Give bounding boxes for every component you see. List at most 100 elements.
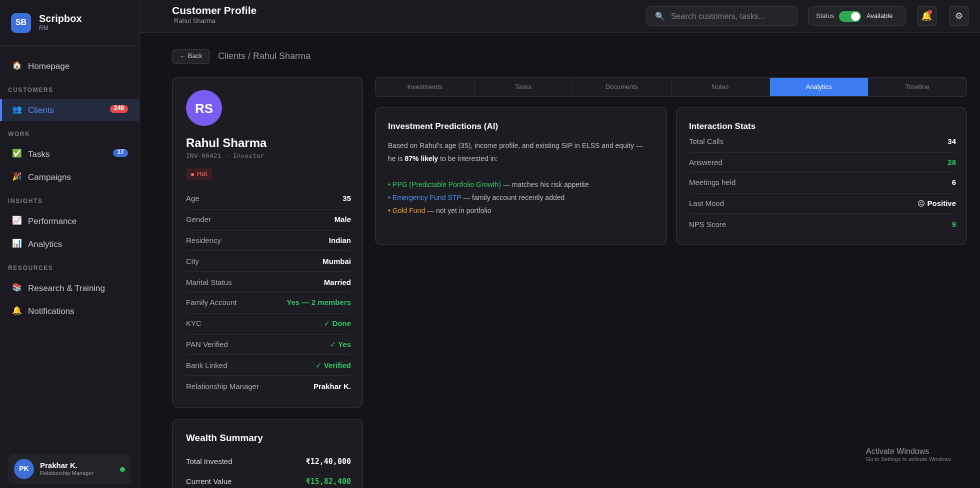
status-badge: Hot xyxy=(186,168,213,180)
stat-label: Last Mood xyxy=(689,198,725,208)
field-row: Family Account Yes — 2 members xyxy=(186,293,351,314)
prediction-item: • Gold Fund — not yet in portfolio xyxy=(388,208,492,215)
brand-logo: SB xyxy=(11,12,31,33)
stats-title: Interaction Stats xyxy=(689,121,756,131)
prediction-note: — matches his risk appetite xyxy=(500,182,589,189)
sidebar-item-label: Notifications xyxy=(28,306,75,316)
hot-dot-icon xyxy=(191,172,194,176)
profile-tabs: Investments Tasks Documents Notes Analyt… xyxy=(375,77,967,97)
stat-row: NPS Score 9 xyxy=(689,214,956,235)
stats-list: Total Calls 34 Answered 28 Meetings held 6 … xyxy=(689,132,956,235)
field-value: Prakhar K. xyxy=(313,382,351,392)
sidebar-item-label: Clients xyxy=(28,105,54,115)
user-name: Prakhar K. xyxy=(40,461,78,470)
total-invested-label: Total Invested xyxy=(186,457,233,466)
search-input[interactable] xyxy=(670,11,791,21)
sidebar-item-clients[interactable]: 👥 Clients 248 xyxy=(0,99,139,121)
tab-investments[interactable]: Investments xyxy=(376,78,475,96)
stat-label: Total Calls xyxy=(689,137,724,147)
bar-chart-icon: 📊 xyxy=(12,239,22,248)
stat-row: Last Mood 😐 Positive xyxy=(689,194,956,214)
field-row: City Mumbai xyxy=(186,251,351,273)
sidebar-item-notifications[interactable]: 🔔 Notifications xyxy=(0,300,139,322)
wealth-title: Wealth Summary xyxy=(186,433,263,444)
sidebar-item-label: Homepage xyxy=(28,61,70,71)
prediction-note: — not yet in portfolio xyxy=(425,208,492,215)
stat-value: 😐 Positive xyxy=(917,198,956,208)
stat-row: Answered 28 xyxy=(689,153,956,173)
back-button[interactable]: ← Back xyxy=(172,49,210,64)
field-row: Relationship Manager Prakhar K. xyxy=(186,376,351,397)
section-resources: RESOURCES xyxy=(8,266,54,272)
stat-row: Meetings held 6 xyxy=(689,173,956,194)
sidebar-item-tasks[interactable]: ✅ Tasks 17 xyxy=(0,143,139,165)
field-label: City xyxy=(186,256,199,266)
section-customers: CUSTOMERS xyxy=(8,88,54,94)
predictions-list: • PPG (Predictable Portfolio Growth) — m… xyxy=(388,179,650,218)
field-value: Mumbai xyxy=(322,256,351,266)
sidebar-item-label: Performance xyxy=(28,216,77,226)
tab-tasks[interactable]: Tasks xyxy=(475,78,573,96)
tab-timeline[interactable]: Timeline xyxy=(869,78,967,96)
avatar: RS xyxy=(186,90,222,126)
stat-row: Total Calls 34 xyxy=(689,132,956,153)
books-icon: 📚 xyxy=(12,283,22,292)
tab-documents[interactable]: Documents xyxy=(573,78,672,96)
predictions-summary: Based on Rahul's age (35), income profil… xyxy=(388,140,650,166)
gear-icon: ⚙ xyxy=(954,10,964,21)
field-value: 35 xyxy=(342,194,351,204)
predictions-intro-end: to be interested in: xyxy=(438,156,498,163)
field-value: Indian xyxy=(328,235,351,245)
current-value-value: ₹15,82,400 xyxy=(305,477,351,486)
field-row: KYC ✓ Done xyxy=(186,314,351,335)
field-value: Married xyxy=(323,277,351,287)
sidebar: SB Scripbox RM 🏠 Homepage CUSTOMERS 👥 Cl… xyxy=(0,0,140,488)
field-label: Family Account xyxy=(186,298,237,308)
stat-label: Answered xyxy=(689,157,723,167)
investment-predictions-card: Investment Predictions (AI) Based on Rah… xyxy=(375,107,667,245)
likelihood-value: 87% likely xyxy=(404,156,439,163)
home-icon: 🏠 xyxy=(12,61,22,70)
page-subtitle: Rahul Sharma xyxy=(174,18,216,25)
current-value-label: Current Value xyxy=(186,477,232,486)
users-icon: 👥 xyxy=(12,105,22,114)
sidebar-item-homepage[interactable]: 🏠 Homepage xyxy=(0,55,139,77)
field-label: Bank Linked xyxy=(186,360,228,370)
prediction-item: • Emergency Fund STP — family account re… xyxy=(388,195,565,202)
availability-toggle[interactable] xyxy=(839,10,862,22)
current-value-row: Current Value ₹15,82,400 xyxy=(186,477,351,486)
wealth-summary-card: Wealth Summary Total Invested ₹12,40,000… xyxy=(172,419,363,488)
brand-role: RM xyxy=(39,25,49,32)
field-value: ✓ Yes xyxy=(329,339,351,349)
prediction-item: • PPG (Predictable Portfolio Growth) — m… xyxy=(388,182,589,189)
settings-button[interactable]: ⚙ xyxy=(949,6,969,26)
field-label: Residency xyxy=(186,235,222,245)
tab-notes[interactable]: Notes xyxy=(672,78,770,96)
profile-fields: Age 35 Gender Male Residency Indian City Mum… xyxy=(186,189,351,397)
field-label: KYC xyxy=(186,319,202,329)
sidebar-item-label: Research & Training xyxy=(28,283,106,293)
sidebar-item-analytics[interactable]: 📊 Analytics xyxy=(0,233,139,255)
prediction-name: Gold Fund xyxy=(392,208,426,215)
sidebar-item-research[interactable]: 📚 Research & Training xyxy=(0,277,139,299)
status-badge-label: Hot xyxy=(197,170,208,178)
section-insights: INSIGHTS xyxy=(8,199,43,205)
total-invested-row: Total Invested ₹12,40,000 xyxy=(186,457,351,466)
field-label: Relationship Manager xyxy=(186,382,259,392)
user-card[interactable]: PK Prakhar K. Relationship Manager xyxy=(8,454,131,484)
interaction-stats-card: Interaction Stats Total Calls 34 Answered… xyxy=(676,107,967,245)
field-value: ✓ Done xyxy=(323,319,351,329)
status-control: Status Available xyxy=(808,6,906,26)
tab-analytics[interactable]: Analytics xyxy=(770,78,869,96)
notifications-button[interactable]: 🔔 xyxy=(917,6,937,26)
sidebar-item-campaigns[interactable]: 🎉 Campaigns xyxy=(0,166,139,188)
avatar: PK xyxy=(14,459,34,479)
field-value: ✓ Verified xyxy=(315,360,351,370)
search-box[interactable]: 🔍 xyxy=(646,6,798,26)
sidebar-item-performance[interactable]: 📈 Performance xyxy=(0,210,139,232)
profile-card: RS Rahul Sharma INV-00421 · Investor Hot… xyxy=(172,77,363,408)
clients-count-badge: 248 xyxy=(109,105,128,113)
field-row: Gender Male xyxy=(186,210,351,231)
field-row: Bank Linked ✓ Verified xyxy=(186,355,351,377)
bell-icon: 🔔 xyxy=(12,306,22,315)
